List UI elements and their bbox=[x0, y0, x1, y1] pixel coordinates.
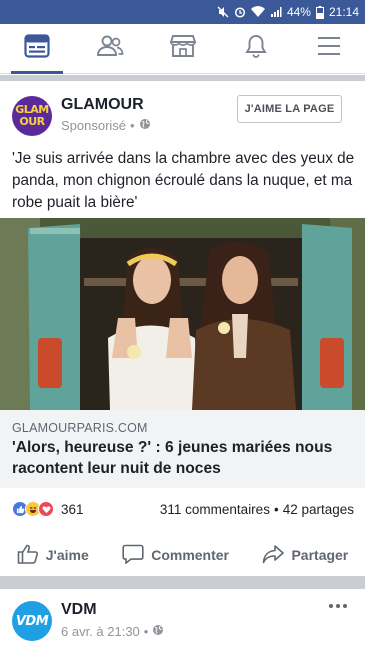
status-bar: 44% 21:14 bbox=[0, 0, 365, 24]
signal-icon bbox=[270, 6, 282, 18]
post-date[interactable]: 6 avr. à 21:30 bbox=[61, 624, 140, 639]
love-reaction-icon bbox=[38, 501, 54, 517]
link-title: 'Alors, heureuse ?' : 6 jeunes mariées n… bbox=[12, 439, 333, 477]
reaction-count: 361 bbox=[61, 501, 84, 517]
post-date-line: 6 avr. à 21:30 • bbox=[61, 624, 164, 639]
battery-icon bbox=[315, 5, 324, 19]
share-label: Partager bbox=[291, 547, 349, 563]
avatar-logo-bottom: OUR bbox=[19, 115, 45, 128]
share-arrow-icon bbox=[262, 544, 285, 567]
link-preview[interactable]: GLAMOURPARIS.COM 'Alors, heureuse ?' : 6… bbox=[0, 410, 365, 488]
notifications-icon bbox=[244, 34, 268, 63]
separator-dot: • bbox=[143, 624, 149, 639]
globe-icon bbox=[139, 118, 151, 133]
link-domain: GLAMOURPARIS.COM bbox=[12, 421, 148, 435]
post-text: 'Je suis arrivée dans la chambre avec de… bbox=[12, 150, 355, 211]
globe-icon bbox=[152, 624, 164, 639]
vdm-logo-text: VDM bbox=[15, 613, 49, 629]
alarm-icon bbox=[234, 6, 246, 18]
reactions-summary[interactable]: 361 311 commentaires • 42 partages bbox=[12, 499, 354, 519]
wifi-icon bbox=[250, 6, 265, 18]
share-button[interactable]: Partager bbox=[262, 544, 348, 567]
menu-icon bbox=[317, 35, 341, 62]
tab-notifications[interactable] bbox=[236, 29, 276, 69]
feed-divider bbox=[0, 75, 365, 81]
page-name[interactable]: VDM bbox=[61, 601, 97, 619]
more-options-icon[interactable] bbox=[329, 601, 349, 611]
thumbs-up-icon bbox=[17, 544, 39, 567]
separator-dot: • bbox=[273, 501, 279, 517]
active-tab-indicator bbox=[11, 71, 63, 74]
comment-button[interactable]: Commenter bbox=[122, 544, 229, 567]
sponsored-line: Sponsorisé • bbox=[61, 118, 151, 133]
like-button[interactable]: J'aime bbox=[17, 544, 89, 567]
news-feed-icon bbox=[23, 34, 50, 63]
mute-icon bbox=[217, 6, 229, 18]
glamour-avatar[interactable]: GLAM OUR bbox=[12, 96, 52, 136]
top-navigation bbox=[0, 24, 365, 74]
battery-percent: 44% bbox=[286, 5, 311, 19]
page-name[interactable]: GLAMOUR bbox=[61, 96, 144, 114]
comments-count[interactable]: 311 commentaires bbox=[160, 502, 270, 517]
like-page-button[interactable]: J'AIME LA PAGE bbox=[237, 95, 342, 123]
post-image[interactable] bbox=[0, 218, 365, 410]
feed-divider bbox=[0, 576, 365, 589]
clock: 21:14 bbox=[328, 5, 359, 19]
like-label: J'aime bbox=[45, 547, 89, 563]
comment-bubble-icon bbox=[122, 544, 144, 567]
tab-friends[interactable] bbox=[90, 29, 130, 69]
tab-marketplace[interactable] bbox=[163, 29, 203, 69]
sponsored-label: Sponsorisé bbox=[61, 118, 127, 133]
shares-count[interactable]: 42 partages bbox=[283, 502, 354, 517]
comment-label: Commenter bbox=[151, 547, 229, 563]
marketplace-icon bbox=[169, 34, 196, 63]
vdm-avatar[interactable]: VDM bbox=[12, 601, 52, 641]
friends-icon bbox=[96, 34, 124, 63]
tab-menu[interactable] bbox=[309, 29, 349, 69]
tab-news-feed[interactable] bbox=[17, 29, 57, 69]
separator-dot: • bbox=[130, 118, 135, 133]
reaction-icons bbox=[12, 501, 54, 517]
post-actions: J'aime Commenter Partager bbox=[0, 536, 365, 574]
